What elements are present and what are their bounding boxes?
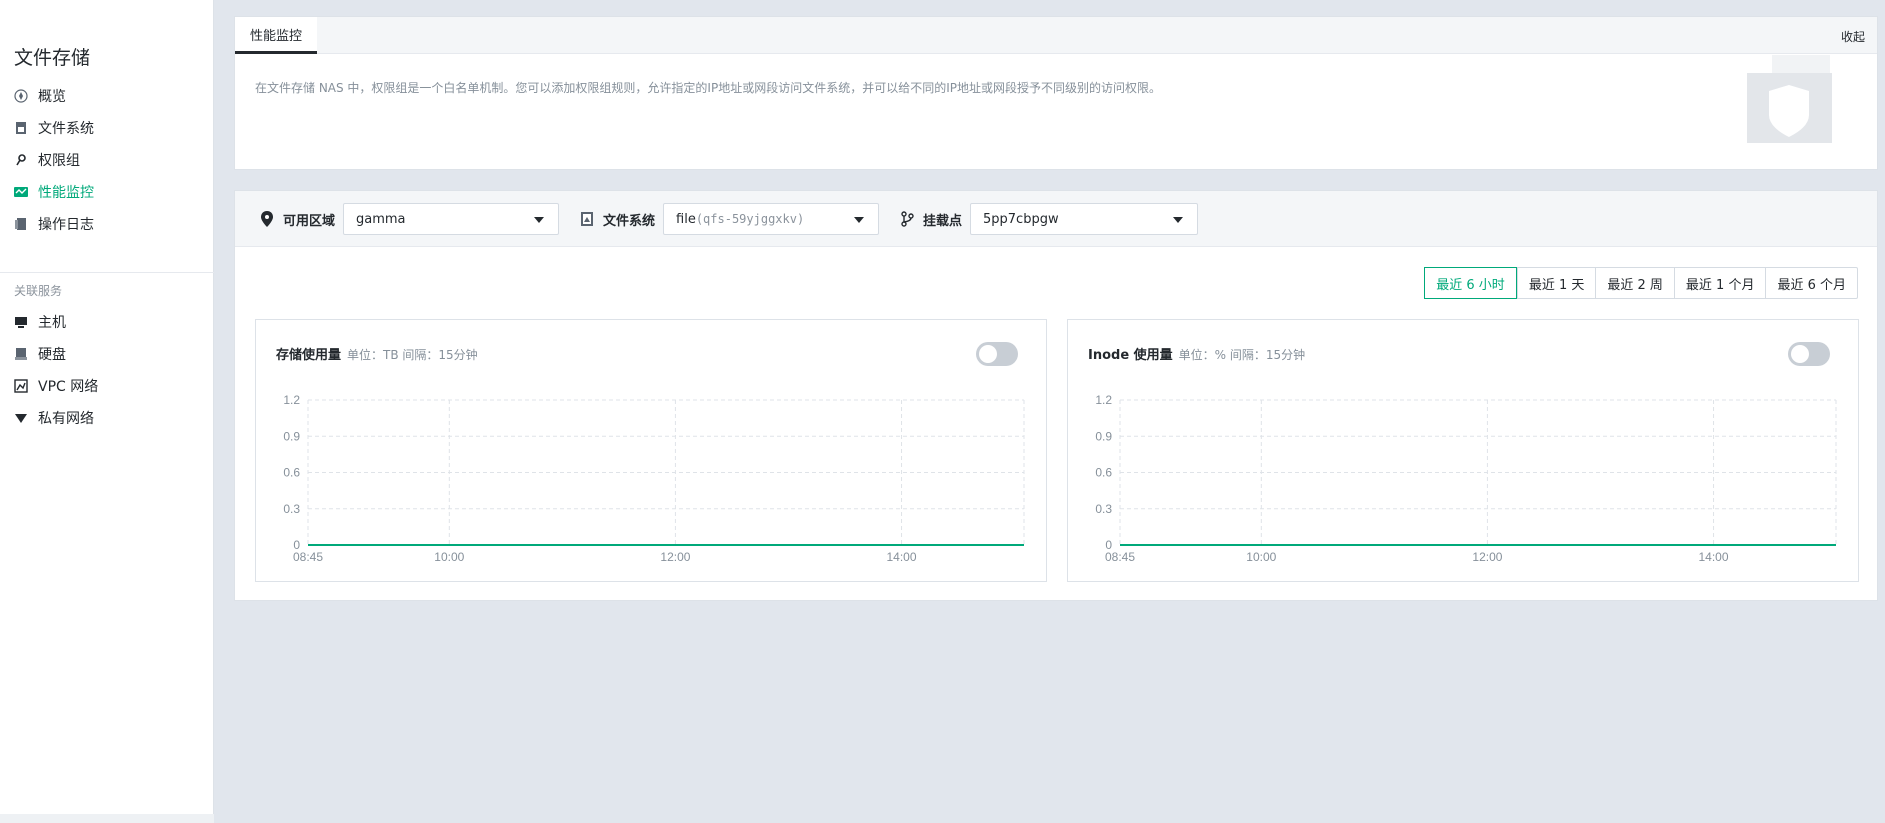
x-tick-label: 12:00 xyxy=(660,550,690,564)
sidebar-item-operation-log[interactable]: 操作日志 xyxy=(14,212,94,236)
x-tick-label: 14:00 xyxy=(1699,550,1729,564)
filesystem-select-id: (qfs-59yjggxkv) xyxy=(695,212,805,226)
related-services-heading: 关联服务 xyxy=(14,284,63,298)
mount-select[interactable]: 5pp7cbpgw xyxy=(970,203,1199,235)
overview-icon xyxy=(14,89,28,103)
host-icon xyxy=(14,315,28,329)
disk-icon xyxy=(14,347,28,361)
collapse-button[interactable]: 收起 xyxy=(1841,28,1865,45)
info-tabbar: 性能监控 收起 xyxy=(235,17,1877,54)
x-tick-label: 08:45 xyxy=(293,550,323,564)
mount-label: 挂载点 xyxy=(923,213,963,229)
toggle-knob xyxy=(979,345,997,363)
x-tick-label: 10:00 xyxy=(1246,550,1276,564)
y-tick-label: 0.9 xyxy=(1095,429,1112,443)
mount-filter: 挂载点 5pp7cbpgw xyxy=(899,203,1199,235)
file-system-icon xyxy=(14,121,28,135)
info-panel: 性能监控 收起 在文件存储 NAS 中，权限组是一个白名单机制。您可以添加权限组… xyxy=(234,16,1878,170)
time-range-2w[interactable]: 最近 2 周 xyxy=(1595,268,1674,298)
sidebar-divider xyxy=(0,272,214,273)
time-range-6h[interactable]: 最近 6 小时 xyxy=(1424,267,1517,299)
key-icon xyxy=(14,153,28,167)
file-system-icon xyxy=(579,211,595,227)
sidebar-item-permission-group[interactable]: 权限组 xyxy=(14,148,80,172)
sidebar-item-label: 主机 xyxy=(38,315,66,331)
chart-title: Inode 使用量 单位：% 间隔：15分钟 xyxy=(1088,344,1305,363)
zone-label: 可用区域 xyxy=(283,213,336,229)
filesystem-label: 文件系统 xyxy=(603,213,656,229)
inode-usage-chart-card: Inode 使用量 单位：% 间隔：15分钟 0 0.3 0.6 0.9 1.2 08:45… xyxy=(1067,319,1859,582)
branch-icon xyxy=(899,211,915,227)
shield-illustration-icon xyxy=(1712,55,1862,147)
toggle-knob xyxy=(1791,345,1809,363)
mount-select-value: 5pp7cbpgw xyxy=(983,211,1059,227)
monitor-icon xyxy=(14,185,28,199)
y-tick-label: 0.9 xyxy=(283,429,300,443)
sidebar-item-disk[interactable]: 硬盘 xyxy=(14,342,66,366)
time-range-group: 最近 6 小时 最近 1 天 最近 2 周 最近 1 个月 最近 6 个月 xyxy=(1424,267,1858,299)
time-range-1m[interactable]: 最近 1 个月 xyxy=(1673,268,1766,298)
x-tick-label: 14:00 xyxy=(887,550,917,564)
sidebar-item-label: 权限组 xyxy=(38,153,80,169)
sidebar-item-host[interactable]: 主机 xyxy=(14,310,66,334)
chevron-down-icon xyxy=(854,217,865,223)
sidebar-item-label: 性能监控 xyxy=(38,185,94,201)
tab-performance-monitor[interactable]: 性能监控 xyxy=(235,17,317,54)
sidebar-item-label: 操作日志 xyxy=(38,217,94,233)
inode-usage-chart: 00.30.60.91.208:45 10:00 12:00 14:00 xyxy=(1095,393,1837,564)
sidebar-item-performance-monitor[interactable]: 性能监控 xyxy=(14,180,94,204)
chart-title-text: Inode 使用量 xyxy=(1088,348,1173,363)
chart-title-text: 存储使用量 xyxy=(276,348,342,363)
y-tick-label: 0.3 xyxy=(1095,502,1112,516)
location-pin-icon xyxy=(259,211,275,227)
y-tick-label: 1.2 xyxy=(1095,393,1112,407)
log-icon xyxy=(14,217,28,231)
sidebar-item-label: 硬盘 xyxy=(38,347,66,363)
chevron-down-icon xyxy=(1173,217,1184,223)
time-range-1d[interactable]: 最近 1 天 xyxy=(1516,268,1596,298)
storage-chart-toggle[interactable] xyxy=(976,342,1018,366)
vpc-icon xyxy=(14,379,28,393)
sidebar-item-file-system[interactable]: 文件系统 xyxy=(14,116,94,140)
sidebar-footer xyxy=(0,814,214,823)
storage-usage-chart: 00.30.60.91.208:45 10:00 12:00 14:00 xyxy=(283,393,1025,564)
storage-usage-chart-card: 存储使用量 单位：TB 间隔：15分钟 0 0.3 0.6 0.9 1.2 08:45 10:… xyxy=(255,319,1047,582)
sidebar-item-label: 私有网络 xyxy=(38,411,94,427)
inode-chart-toggle[interactable] xyxy=(1788,342,1830,366)
chevron-down-icon xyxy=(534,217,545,223)
sidebar-item-label: VPC 网络 xyxy=(38,379,99,395)
x-tick-label: 08:45 xyxy=(1105,550,1135,564)
sidebar-item-private-network[interactable]: 私有网络 xyxy=(14,406,94,430)
y-tick-label: 0.3 xyxy=(283,502,300,516)
filter-bar: 可用区域 gamma 文件系统 file (qfs-59yjggxkv) 挂载点 … xyxy=(235,191,1877,247)
zone-select[interactable]: gamma xyxy=(343,203,560,235)
sidebar-item-label: 文件系统 xyxy=(38,121,94,137)
sidebar-item-label: 概览 xyxy=(38,89,66,105)
chart-title: 存储使用量 单位：TB 间隔：15分钟 xyxy=(276,344,478,363)
filesystem-select[interactable]: file (qfs-59yjggxkv) xyxy=(663,203,880,235)
sidebar-item-vpc[interactable]: VPC 网络 xyxy=(14,374,98,398)
chart-meta: 单位：TB 间隔：15分钟 xyxy=(347,348,478,362)
y-tick-label: 0.6 xyxy=(283,466,300,480)
info-description: 在文件存储 NAS 中，权限组是一个白名单机制。您可以添加权限组规则，允许指定的… xyxy=(255,81,1161,95)
filesystem-filter: 文件系统 file (qfs-59yjggxkv) xyxy=(579,203,880,235)
x-tick-label: 12:00 xyxy=(1472,550,1502,564)
sidebar-title: 文件存储 xyxy=(14,47,91,69)
zone-select-value: gamma xyxy=(356,211,406,227)
filesystem-select-name: file xyxy=(676,211,696,227)
private-network-icon xyxy=(14,411,28,425)
zone-filter: 可用区域 gamma xyxy=(259,203,560,235)
time-range-6m[interactable]: 最近 6 个月 xyxy=(1765,268,1857,298)
y-tick-label: 0.6 xyxy=(1095,466,1112,480)
sidebar: 文件存储 概览 文件系统 权限组 性能监控 操作日志 关联服务 主机 硬盘 VP… xyxy=(0,0,214,823)
chart-meta: 单位：% 间隔：15分钟 xyxy=(1178,348,1306,362)
monitor-panel: 可用区域 gamma 文件系统 file (qfs-59yjggxkv) 挂载点 … xyxy=(234,190,1878,601)
x-tick-label: 10:00 xyxy=(434,550,464,564)
sidebar-item-overview[interactable]: 概览 xyxy=(14,84,66,108)
y-tick-label: 1.2 xyxy=(283,393,300,407)
